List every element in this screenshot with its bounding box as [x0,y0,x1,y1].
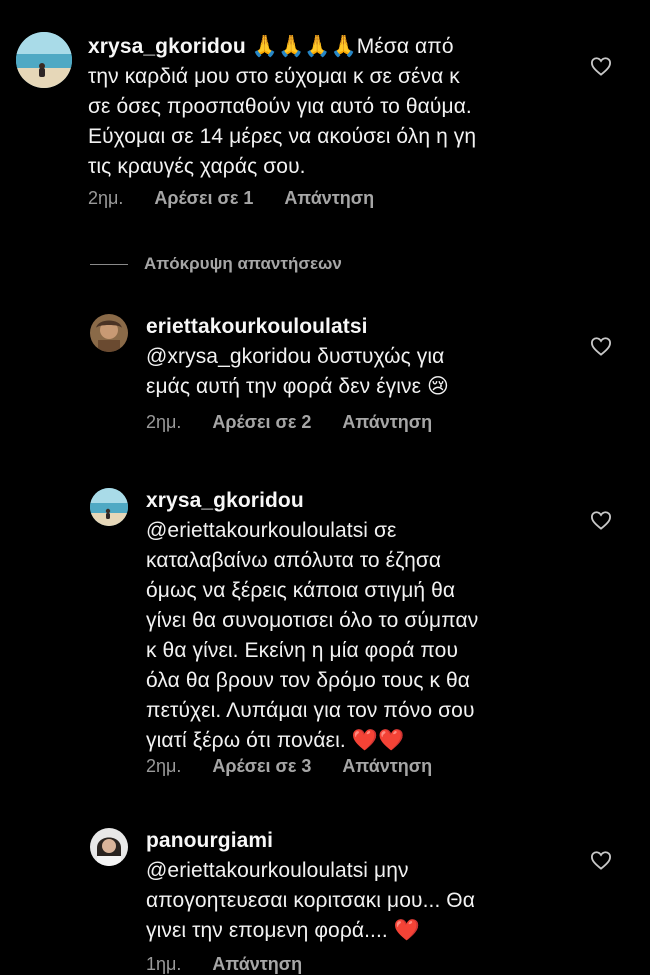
comment-line: γίνει θα συνομοτισει όλο το σύμπαν [146,609,479,632]
timestamp: 2ημ. [88,188,124,208]
username[interactable]: xrysa_gkoridou [88,35,246,58]
comment-line: όμως να ξέρεις κάποια στιγμή θα [146,579,456,602]
avatar[interactable] [90,314,128,352]
comment-line: @eriettakourkouloulatsi σε [146,519,397,542]
comment-text: xrysa_gkoridou @eriettakourkouloulatsi σ… [146,486,478,756]
divider [90,264,128,266]
hide-replies-label: Απόκρυψη απαντήσεων [144,254,342,273]
comment-line: 🙏🙏🙏🙏Μέσα από [245,35,454,58]
timestamp: 1ημ. [146,954,182,974]
hide-replies-button[interactable]: Απόκρυψη απαντήσεων [90,254,342,274]
comment-meta: 2ημ. Αρέσει σε 1 Απάντηση [88,188,400,209]
comment-line: @eriettakourkouloulatsi μην [146,859,409,882]
comment-meta: 1ημ. Απάντηση [146,954,328,975]
avatar[interactable] [90,828,128,866]
comment-line: όλα θα βρουν τον δρόμο τους κ θα [146,669,471,692]
comment-text: panourgiami @eriettakourkouloulatsi μην … [146,826,475,946]
reply-button[interactable]: Απάντηση [342,756,432,776]
heart-outline-icon[interactable] [590,850,612,870]
timestamp: 2ημ. [146,756,182,776]
timestamp: 2ημ. [146,412,182,432]
comment-text: xrysa_gkoridou 🙏🙏🙏🙏Μέσα από την καρδιά μ… [88,32,476,182]
likes-count-link[interactable]: Αρέσει σε 1 [154,188,253,208]
comment-line: καταλαβαίνω απόλυτα το έζησα [146,549,442,572]
comment-line: απογοητευεσαι κοριτσακι μου... Θα [146,889,475,912]
comment-meta: 2ημ. Αρέσει σε 2 Απάντηση [146,412,458,433]
reply-button[interactable]: Απάντηση [284,188,374,208]
comment-line: σε όσες προσπαθούν για αυτό το θαύμα. [88,95,472,118]
username[interactable]: xrysa_gkoridou [146,486,478,516]
likes-count-link[interactable]: Αρέσει σε 2 [212,412,311,432]
comment-line: την καρδιά μου στο εύχομαι κ σε σένα κ [88,65,460,88]
reply-button[interactable]: Απάντηση [342,412,432,432]
reply-button[interactable]: Απάντηση [212,954,302,974]
username[interactable]: panourgiami [146,826,475,856]
avatar[interactable] [16,32,72,88]
comment-line: κ θα γίνει. Εκείνη η μία φορά που [146,639,459,662]
comment-line: πετύχει. Λυπάμαι για τον πόνο σου [146,699,475,722]
heart-outline-icon[interactable] [590,510,612,530]
avatar[interactable] [90,488,128,526]
comment-text: eriettakourkouloulatsi @xrysa_gkoridou δ… [146,312,449,402]
comment-meta: 2ημ. Αρέσει σε 3 Απάντηση [146,756,458,777]
comment-line: @xrysa_gkoridou δυστυχώς για [146,345,445,368]
comment-line: γινει την επομενη φορά.... ❤️ [146,919,421,942]
heart-outline-icon[interactable] [590,56,612,76]
likes-count-link[interactable]: Αρέσει σε 3 [212,756,311,776]
comment-line: Εύχομαι σε 14 μέρες να ακούσει όλη η γη [88,125,477,148]
heart-outline-icon[interactable] [590,336,612,356]
comment-line: γιατί ξέρω ότι πονάει. ❤️❤️ [146,729,405,752]
username[interactable]: eriettakourkouloulatsi [146,312,449,342]
comment-line: εμάς αυτή την φορά δεν έγινε 😢 [146,375,450,398]
comment-line: τις κραυγές χαράς σου. [88,155,306,178]
